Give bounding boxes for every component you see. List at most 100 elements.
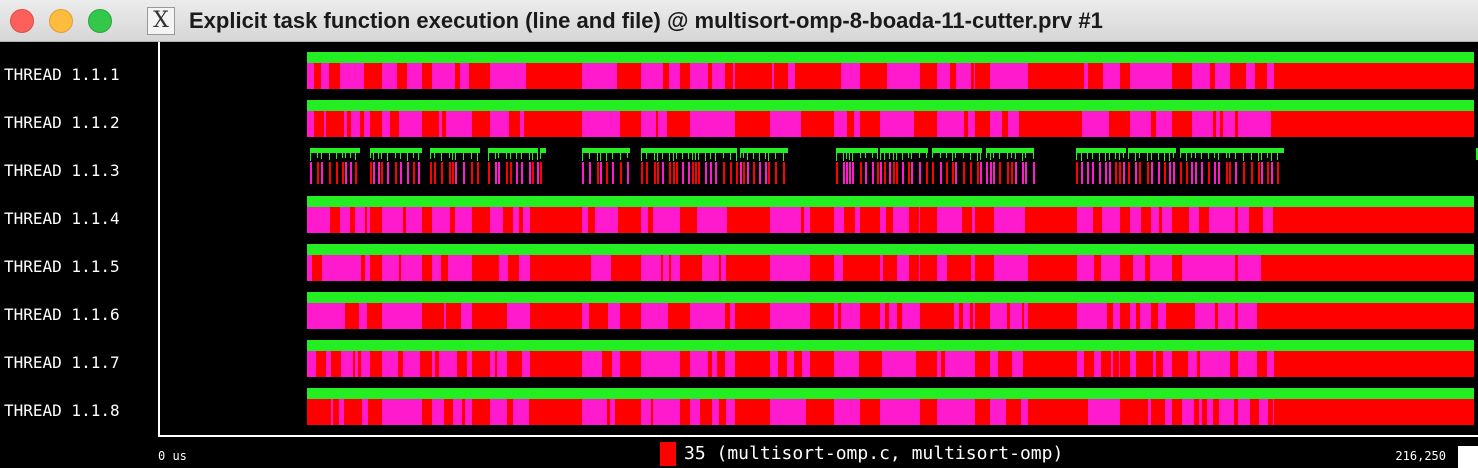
timeline-view[interactable] (158, 42, 1478, 437)
thread-4-task-bar (844, 207, 848, 233)
thread-3-task-tick (990, 153, 991, 160)
thread-2-task-bar (992, 111, 1002, 137)
thread-6-task-bar (855, 303, 860, 329)
thread-5-task-bar (723, 255, 726, 281)
thread-8-task-bar (321, 399, 331, 425)
thread-3-task-bar (441, 162, 443, 184)
thread-6-task-bar (1229, 303, 1235, 329)
thread-6-task-bar (655, 303, 661, 329)
thread-3-task-tick (911, 153, 912, 159)
thread-5-task-bar (441, 255, 448, 281)
thread-8-task-bar (943, 399, 952, 425)
thread-3-task-tick (1015, 153, 1016, 159)
thread-2-task-bar (324, 111, 326, 137)
thread-8-task-bar (1238, 399, 1243, 425)
thread-8-task-bar (1027, 399, 1028, 425)
thread-8-task-bar (1207, 399, 1209, 425)
thread-3-task-tick (1081, 153, 1082, 161)
thread-6-task-bar (966, 303, 970, 329)
thread-6-task-bar (307, 303, 312, 329)
thread-3-task-tick (1158, 153, 1159, 160)
zoom-window-button[interactable] (88, 9, 112, 33)
thread-7-task-bar (853, 351, 859, 377)
thread-8-task-bar (1001, 399, 1006, 425)
thread-1-task-bar (357, 63, 364, 89)
timeline-canvas[interactable] (160, 42, 1478, 435)
thread-7-task-bar (504, 351, 507, 377)
thread-8-task-bar (354, 399, 362, 425)
thread-7-task-bar (690, 351, 698, 377)
thread-3-task-bar (455, 162, 457, 184)
thread-6-task-bar (1202, 303, 1206, 329)
thread-3-task-tick (620, 153, 621, 160)
thread-6-task-bar (963, 303, 966, 329)
thread-1-task-bar (1107, 63, 1115, 89)
thread-4-task-bar (499, 207, 501, 233)
thread-3-task-bar (692, 162, 694, 184)
thread-3-task-tick (1226, 153, 1227, 158)
thread-6-task-bar (730, 303, 734, 329)
thread-1-task-bar (1238, 63, 1246, 89)
thread-3-task-tick (993, 153, 994, 158)
thread-2-task-bar (597, 111, 603, 137)
thread-2-task-bar (658, 111, 667, 137)
thread-6-task-bar (1166, 303, 1172, 329)
thread-2-task-bar (351, 111, 360, 137)
thread-1-task-bar (505, 63, 513, 89)
thread-7-task-bar (1002, 351, 1012, 377)
thread-6-task-bar (1084, 303, 1090, 329)
thread-5-task-bar (322, 255, 329, 281)
thread-8-task-bar (453, 399, 455, 425)
thread-3-task-bar (705, 162, 707, 184)
thread-6-task-bar (885, 303, 889, 329)
thread-3-task-tick (1109, 153, 1110, 160)
thread-1-task-bar (329, 63, 332, 89)
thread-6-task-bar (444, 303, 446, 329)
thread-2-task-bar (364, 111, 370, 137)
thread-1-task-bar (582, 63, 587, 89)
thread-1-task-bar (437, 63, 447, 89)
thread-8-task-bar (990, 399, 998, 425)
thread-5-task-bar (1206, 255, 1215, 281)
thread-6-task-bar (405, 303, 415, 329)
thread-8-task-bar (444, 399, 453, 425)
thread-3-task-bar (849, 162, 851, 184)
thread-4-task-bar (1141, 207, 1151, 233)
thread-3-task-tick (310, 153, 311, 161)
thread-4-task-bar (595, 207, 602, 233)
thread-3-task-bar (1025, 162, 1027, 184)
thread-3-task-bar (1115, 162, 1117, 184)
thread-3-task-tick (730, 153, 731, 160)
minimize-window-button[interactable] (49, 9, 73, 33)
thread-5-task-bar (401, 255, 410, 281)
thread-3-task-tick (471, 153, 472, 159)
thread-6-task-bar (589, 303, 598, 329)
thread-8-task-bar (726, 399, 735, 425)
thread-7-task-bar (1209, 351, 1215, 377)
thread-7-task-bar (880, 351, 882, 377)
thread-2-task-bar (338, 111, 344, 137)
thread-2-task-bar (414, 111, 420, 137)
thread-8-task-bar (1273, 399, 1274, 425)
thread-3-task-tick (350, 153, 351, 158)
thread-5-task-bar (997, 255, 1000, 281)
thread-3-task-bar (963, 162, 965, 184)
close-window-button[interactable] (10, 9, 34, 33)
thread-3-task-group (880, 148, 928, 153)
thread-1-task-bar (332, 63, 340, 89)
thread-4-task-bar (909, 207, 915, 233)
thread-8-task-bar (1021, 399, 1027, 425)
thread-6-task-bar (1257, 303, 1266, 329)
thread-8-task-bar (392, 399, 400, 425)
thread-3-task-bar (317, 162, 319, 184)
thread-3-task-tick (1214, 153, 1215, 158)
thread-1-task-bar (314, 63, 321, 89)
thread-3-task-bar (880, 162, 882, 184)
thread-3-task-bar (1158, 162, 1160, 184)
thread-3-task-bar (1229, 162, 1231, 184)
thread-1-task-bar (393, 63, 397, 89)
thread-8-task-bar (658, 399, 665, 425)
thread-4-green-band (307, 196, 1474, 207)
thread-2-task-bar (1209, 111, 1213, 137)
thread-5-task-bar (1246, 255, 1255, 281)
